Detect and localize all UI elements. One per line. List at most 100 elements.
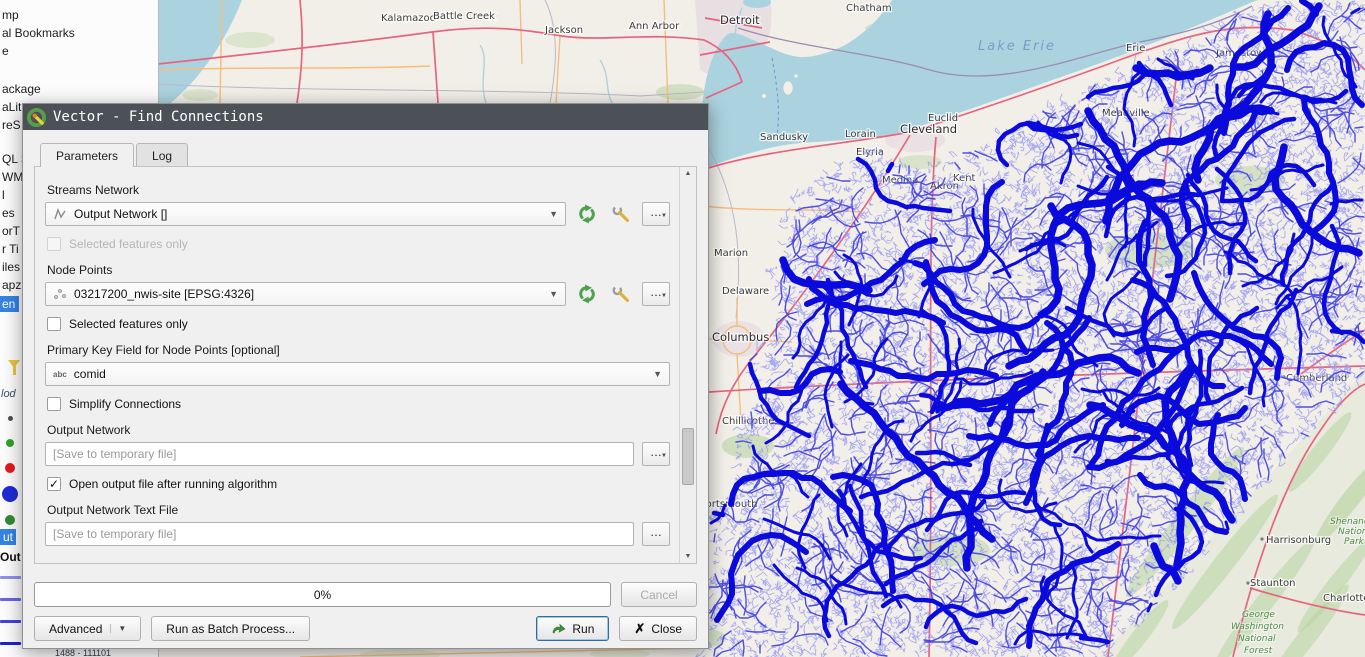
vector-line-icon bbox=[53, 207, 67, 221]
chevron-down-icon: ▼ bbox=[661, 287, 667, 305]
map-label: Lake Erie bbox=[978, 39, 1056, 54]
map-label: Marion bbox=[714, 248, 748, 259]
legend-point-symbol bbox=[6, 439, 14, 447]
primary-key-label: Primary Key Field for Node Points [optio… bbox=[47, 343, 670, 357]
scrollbar-thumb[interactable] bbox=[682, 428, 694, 486]
legend-point-symbol bbox=[2, 486, 18, 502]
find-connections-dialog: Vector - Find Connections Parameters Log… bbox=[22, 103, 709, 649]
map-label: Sandusky bbox=[760, 132, 808, 143]
layer-item-output-selected[interactable]: ut bbox=[0, 529, 16, 545]
streams-network-browse-button[interactable]: …▼ bbox=[642, 202, 670, 226]
parameters-form: Streams Network Output Network [] ▼ bbox=[35, 167, 680, 557]
wrench-icon[interactable] bbox=[608, 202, 634, 226]
map-label: Elyria bbox=[856, 147, 884, 158]
node-points-browse-button[interactable]: …▼ bbox=[642, 282, 670, 306]
map-label: Ann Arbor bbox=[629, 21, 680, 32]
map-label: Harrisonburg bbox=[1266, 535, 1331, 546]
simplify-connections-checkbox[interactable]: Simplify Connections bbox=[47, 397, 670, 411]
legend-line-symbol bbox=[0, 576, 21, 579]
output-network-browse-button[interactable]: …▼ bbox=[642, 442, 670, 466]
legend-line-symbol bbox=[0, 598, 21, 601]
scroll-up-icon[interactable]: ▲ bbox=[680, 167, 696, 180]
advanced-button[interactable]: Advanced ▼ bbox=[34, 616, 141, 641]
map-label: Staunton bbox=[1250, 578, 1295, 589]
checkbox-box[interactable]: ✓ bbox=[47, 477, 61, 491]
output-text-input[interactable]: [Save to temporary file] bbox=[45, 522, 634, 546]
close-x-icon: ✗ bbox=[634, 621, 645, 637]
map-label: Battle Creek bbox=[433, 11, 495, 22]
chevron-down-icon: ▼ bbox=[110, 624, 126, 633]
dialog-scrollbar[interactable]: ▲ ▼ bbox=[679, 167, 696, 563]
output-network-label: Output Network bbox=[47, 423, 670, 437]
map-label: Park bbox=[1344, 537, 1365, 547]
legend-line-symbol bbox=[0, 642, 21, 645]
streams-network-label: Streams Network bbox=[47, 183, 670, 197]
map-label: George bbox=[1242, 610, 1275, 620]
primary-key-value: comid bbox=[74, 367, 106, 381]
chevron-down-icon: ▼ bbox=[661, 207, 667, 225]
node-points-label: Node Points bbox=[47, 263, 670, 277]
layer-item-output[interactable]: Out bbox=[0, 550, 21, 564]
progress-bar: 0% bbox=[34, 582, 611, 607]
chevron-down-icon: ▼ bbox=[661, 447, 667, 465]
map-label: Cleveland bbox=[900, 122, 957, 136]
node-points-value: 03217200_nwis-site [EPSG:4326] bbox=[74, 287, 254, 301]
tab-log[interactable]: Log bbox=[136, 143, 188, 167]
chevron-down-icon: ▼ bbox=[549, 209, 558, 219]
map-label: National bbox=[1338, 527, 1365, 537]
map-label: Erie bbox=[1126, 43, 1145, 54]
map-label: Shenandoah bbox=[1330, 517, 1365, 527]
streams-network-combo[interactable]: Output Network [] ▼ bbox=[45, 202, 566, 226]
dialog-tabs: Parameters Log bbox=[40, 143, 697, 167]
map-label: Forest bbox=[1244, 646, 1273, 656]
legend-point-symbol bbox=[5, 515, 15, 525]
abc-field-icon: abc bbox=[53, 370, 67, 379]
selected-features-streams-checkbox: Selected features only bbox=[47, 237, 670, 251]
map-label: National bbox=[1238, 634, 1276, 644]
checkbox-box[interactable] bbox=[47, 397, 61, 411]
node-points-combo[interactable]: 03217200_nwis-site [EPSG:4326] ▼ bbox=[45, 282, 566, 306]
parameters-scroll-area: Streams Network Output Network [] ▼ bbox=[34, 166, 697, 564]
dialog-titlebar[interactable]: Vector - Find Connections bbox=[23, 104, 708, 130]
legend-point-symbol bbox=[5, 463, 15, 473]
dialog-title: Vector - Find Connections bbox=[53, 109, 264, 125]
chevron-down-icon: ▼ bbox=[653, 369, 662, 379]
map-label: Euclid bbox=[928, 113, 958, 124]
map-label: Washington bbox=[1231, 622, 1284, 632]
chevron-down-icon: ▼ bbox=[549, 289, 558, 299]
iterate-layer-icon[interactable] bbox=[574, 282, 600, 306]
close-button[interactable]: ✗ Close bbox=[619, 616, 697, 641]
run-button[interactable]: Run bbox=[536, 616, 609, 641]
run-arrow-icon bbox=[551, 622, 566, 635]
cancel-button[interactable]: Cancel bbox=[621, 582, 697, 607]
primary-key-combo[interactable]: abc comid ▼ bbox=[45, 362, 670, 386]
map-label: Charlottesville bbox=[1323, 593, 1365, 604]
map-label: Kent bbox=[953, 173, 976, 184]
dialog-body: Parameters Log Streams Network Output Ne… bbox=[23, 130, 708, 651]
vector-points-icon bbox=[53, 287, 67, 301]
map-label: Jackson bbox=[544, 25, 583, 36]
map-label: Kalamazoo bbox=[381, 13, 436, 24]
tab-parameters[interactable]: Parameters bbox=[40, 143, 134, 167]
legend-point-symbol bbox=[8, 416, 13, 421]
streams-network-value: Output Network [] bbox=[74, 207, 167, 221]
iterate-layer-icon[interactable] bbox=[574, 202, 600, 226]
output-network-input[interactable]: [Save to temporary file] bbox=[45, 442, 634, 466]
scrollbar-track[interactable] bbox=[682, 180, 694, 550]
legend-line-symbol bbox=[0, 620, 21, 623]
map-label: Delaware bbox=[722, 286, 769, 297]
checkbox-box bbox=[47, 237, 61, 251]
wrench-icon[interactable] bbox=[608, 282, 634, 306]
run-batch-button[interactable]: Run as Batch Process... bbox=[151, 616, 310, 641]
qgis-screen: KalamazooBattle Creek Jackson Ann Arbor Det… bbox=[0, 0, 1365, 657]
checkbox-box[interactable] bbox=[47, 317, 61, 331]
map-label: Chatham bbox=[846, 3, 892, 14]
progress-value: 0% bbox=[314, 588, 331, 602]
output-text-browse-button[interactable]: … bbox=[642, 522, 670, 546]
map-label: Columbus bbox=[712, 330, 769, 344]
selected-features-nodes-checkbox[interactable]: Selected features only bbox=[47, 317, 670, 331]
map-label: Detroit bbox=[720, 13, 760, 27]
output-text-label: Output Network Text File bbox=[47, 503, 670, 517]
scroll-down-icon[interactable]: ▼ bbox=[680, 550, 696, 563]
open-output-checkbox[interactable]: ✓ Open output file after running algorit… bbox=[47, 477, 670, 491]
